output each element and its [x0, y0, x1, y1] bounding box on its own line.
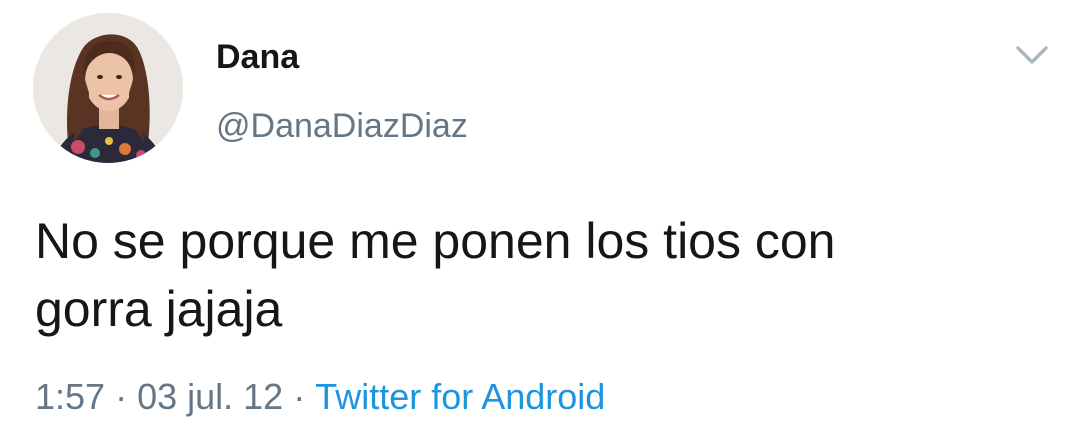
tweet-time[interactable]: 1:57: [35, 376, 105, 417]
author-handle[interactable]: @DanaDiazDiaz: [216, 106, 468, 146]
meta-separator: ·: [293, 376, 306, 417]
chevron-down-icon: [1016, 46, 1048, 64]
author-display-name[interactable]: Dana: [216, 37, 299, 77]
profile-photo-icon: [33, 13, 183, 163]
tweet-text: No se porque me ponen los tios con gorra…: [35, 213, 836, 337]
tweet-source-link[interactable]: Twitter for Android: [315, 376, 605, 417]
tweet-metadata: 1:57 · 03 jul. 12 · Twitter for Android: [35, 375, 605, 419]
tweet-card: Dana @DanaDiazDiaz No se porque me ponen…: [0, 0, 1080, 448]
meta-separator: ·: [115, 376, 128, 417]
tweet-date[interactable]: 03 jul. 12: [137, 376, 283, 417]
tweet-menu-button[interactable]: [1012, 40, 1052, 70]
avatar[interactable]: [33, 13, 183, 163]
